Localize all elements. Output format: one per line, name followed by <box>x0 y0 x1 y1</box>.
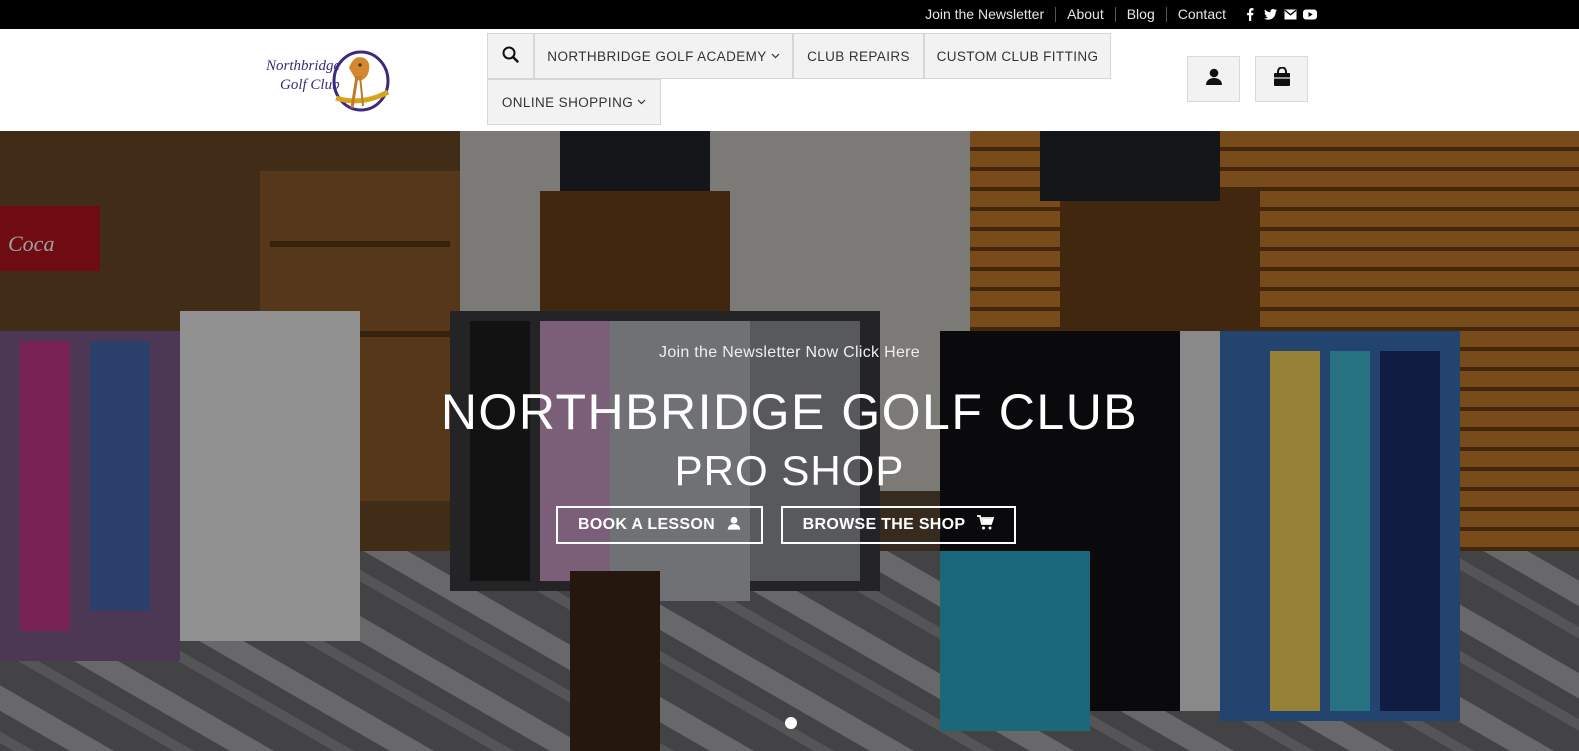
hero-slider: Coca Join the Newsletter Now Click Here … <box>0 131 1579 751</box>
about-link[interactable]: About <box>1055 7 1115 22</box>
site-header: Northbridge Golf Club NORTHBRIDGE GOLF A… <box>0 29 1579 131</box>
nav-item-golf-academy[interactable]: NORTHBRIDGE GOLF ACADEMY <box>534 33 793 79</box>
hero-newsletter-link[interactable]: Join the Newsletter Now Click Here <box>0 344 1579 362</box>
search-icon <box>502 46 519 66</box>
user-icon <box>1205 68 1223 90</box>
chevron-down-icon <box>771 51 780 61</box>
nav-item-online-shopping[interactable]: ONLINE SHOPPING <box>487 79 661 125</box>
hero-button-label: BOOK A LESSON <box>578 516 715 533</box>
book-lesson-button[interactable]: BOOK A LESSON <box>556 506 763 544</box>
shopping-bag-icon <box>1272 66 1292 92</box>
top-bar: Join the Newsletter About Blog Contact <box>0 0 1579 29</box>
nav-item-label: ONLINE SHOPPING <box>501 94 634 110</box>
nav-item-custom-club-fitting[interactable]: CUSTOM CLUB FITTING <box>924 33 1111 79</box>
logo-text-line1: Northbridge <box>266 58 341 74</box>
top-links: Join the Newsletter About Blog Contact <box>914 0 1317 29</box>
nav-item-label: CUSTOM CLUB FITTING <box>936 48 1099 64</box>
blog-link[interactable]: Blog <box>1114 7 1166 22</box>
chevron-down-icon <box>637 97 646 107</box>
youtube-icon[interactable] <box>1303 8 1317 22</box>
logo-text-line2: Golf Club <box>280 77 340 93</box>
newsletter-link[interactable]: Join the Newsletter <box>914 7 1055 22</box>
cart-icon <box>977 515 995 535</box>
search-button[interactable] <box>487 33 534 79</box>
user-icon <box>727 516 741 535</box>
browse-shop-button[interactable]: BROWSE THE SHOP <box>781 506 1016 544</box>
social-icons <box>1243 8 1317 22</box>
nav-item-label: NORTHBRIDGE GOLF ACADEMY <box>547 48 767 64</box>
facebook-icon[interactable] <box>1243 8 1257 22</box>
slide-dot-active[interactable] <box>785 717 797 729</box>
site-logo[interactable]: Northbridge Golf Club <box>265 46 394 114</box>
cart-button[interactable] <box>1255 56 1308 102</box>
hero-button-label: BROWSE THE SHOP <box>802 516 966 533</box>
account-button[interactable] <box>1187 56 1240 102</box>
nav-item-label: CLUB REPAIRS <box>807 48 910 64</box>
nav-item-club-repairs[interactable]: CLUB REPAIRS <box>793 33 924 79</box>
contact-link[interactable]: Contact <box>1165 7 1237 22</box>
twitter-icon[interactable] <box>1263 8 1277 22</box>
hero-overlay <box>0 131 1579 751</box>
email-icon[interactable] <box>1283 8 1297 22</box>
hero-subtitle: PRO SHOP <box>674 447 905 494</box>
hero-title: NORTHBRIDGE GOLF CLUB <box>440 384 1139 440</box>
